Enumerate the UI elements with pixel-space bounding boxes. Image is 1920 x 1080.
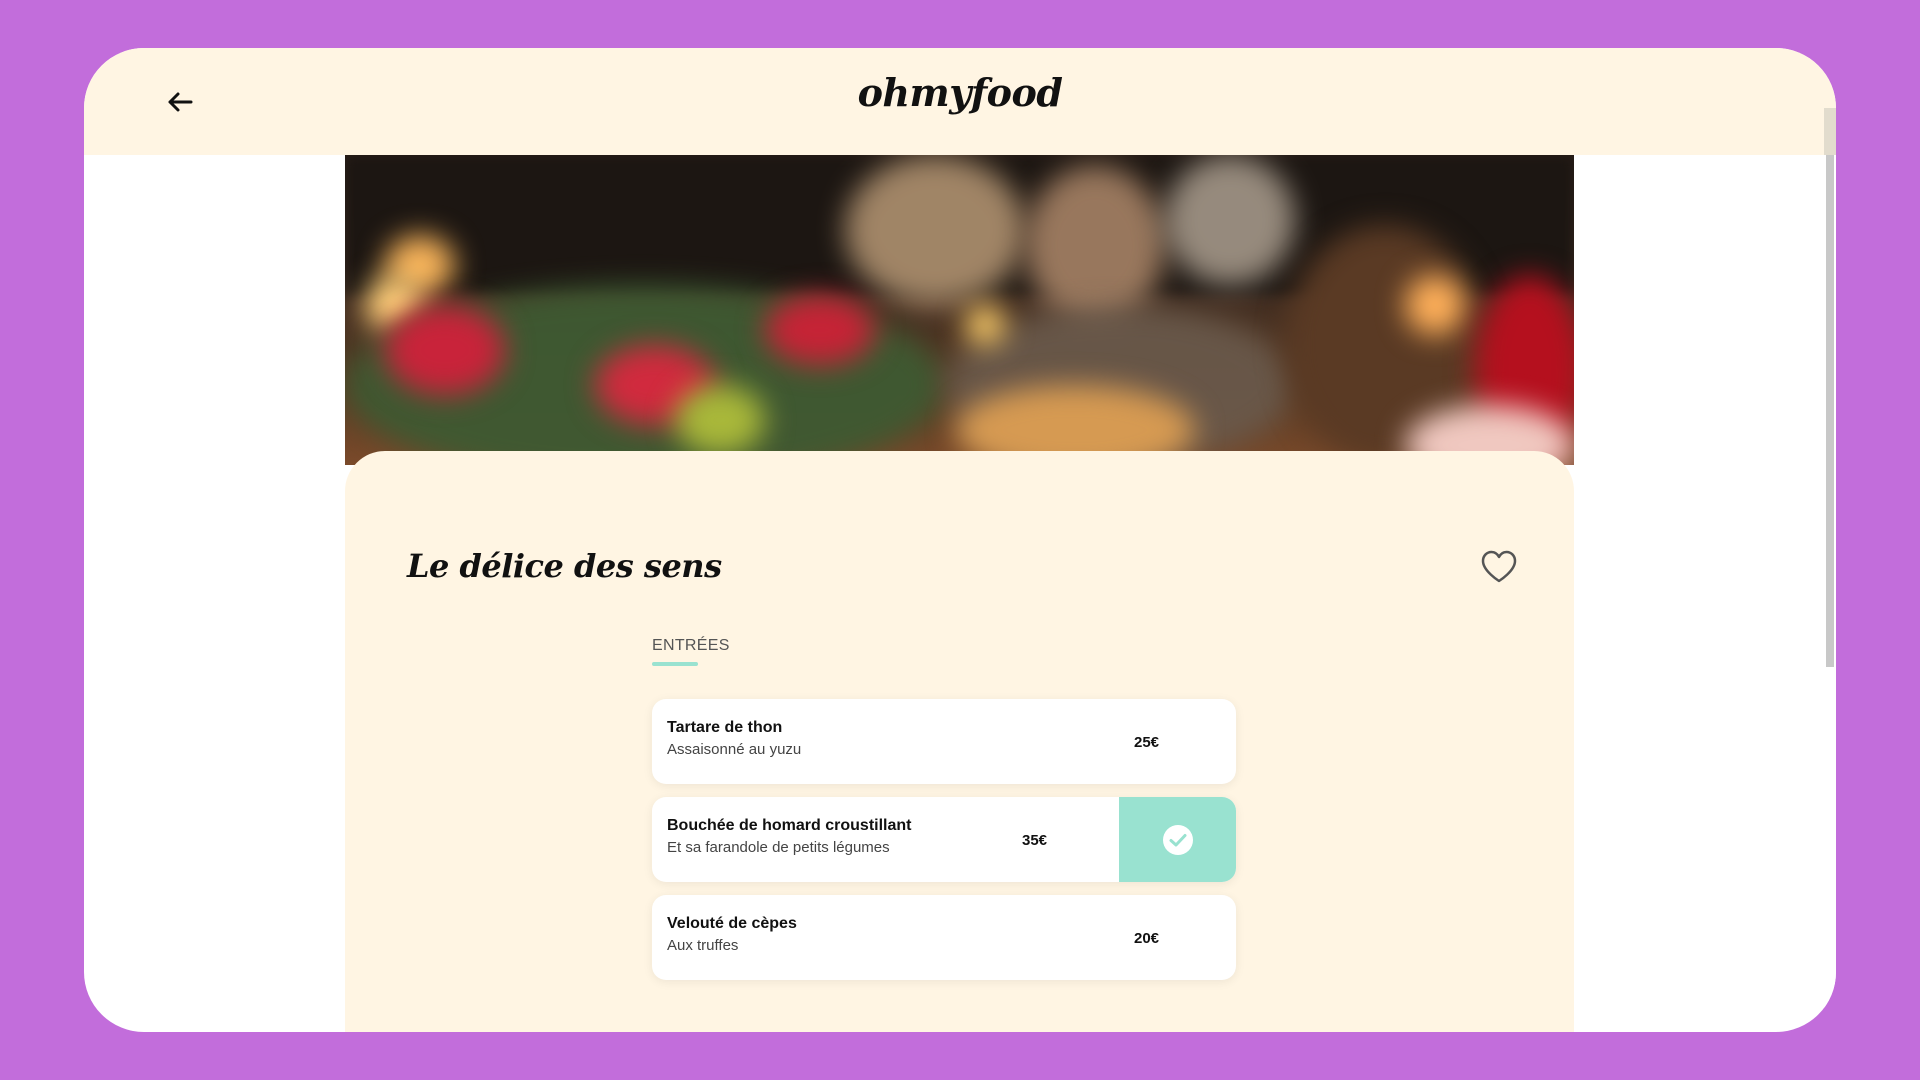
dish-name: Velouté de cèpes bbox=[667, 915, 797, 932]
selected-indicator bbox=[1119, 797, 1236, 882]
dish-description: Aux truffes bbox=[667, 937, 739, 954]
heart-outline-icon bbox=[1481, 550, 1517, 583]
menu-item[interactable]: Velouté de cèpes Aux truffes 20€ bbox=[652, 895, 1236, 980]
dish-name: Bouchée de homard croustillant bbox=[667, 817, 912, 834]
restaurant-hero-image bbox=[345, 155, 1574, 465]
scrollbar-top-cap bbox=[1824, 108, 1836, 155]
favorite-button[interactable] bbox=[1479, 549, 1519, 585]
dish-description: Assaisonné au yuzu bbox=[667, 741, 802, 758]
menu-item-selected[interactable]: Bouchée de homard croustillant Et sa far… bbox=[652, 797, 1236, 882]
menu-item[interactable]: Tartare de thon Assaisonné au yuzu 25€ bbox=[652, 699, 1236, 784]
dish-description: Et sa farandole de petits légumes bbox=[667, 839, 890, 856]
scrollbar[interactable] bbox=[1824, 155, 1836, 1032]
section-underline bbox=[652, 662, 698, 666]
restaurant-card: Le délice des sens ENTRÉES Tartare de th… bbox=[345, 451, 1574, 1032]
dish-price: 35€ bbox=[1022, 832, 1048, 849]
check-circle-icon bbox=[1162, 824, 1193, 855]
app-window: ohmyfood Le délice des sens ENTRÉES Tart… bbox=[84, 48, 1836, 1032]
dish-price: 25€ bbox=[1134, 734, 1160, 751]
header: ohmyfood bbox=[84, 48, 1836, 155]
section-title: ENTRÉES bbox=[652, 637, 730, 654]
logo[interactable]: ohmyfood bbox=[84, 70, 1836, 115]
restaurant-name: Le délice des sens bbox=[407, 547, 722, 585]
dish-name: Tartare de thon bbox=[667, 719, 783, 736]
scrollbar-thumb[interactable] bbox=[1826, 155, 1834, 667]
dish-price: 20€ bbox=[1134, 930, 1160, 947]
